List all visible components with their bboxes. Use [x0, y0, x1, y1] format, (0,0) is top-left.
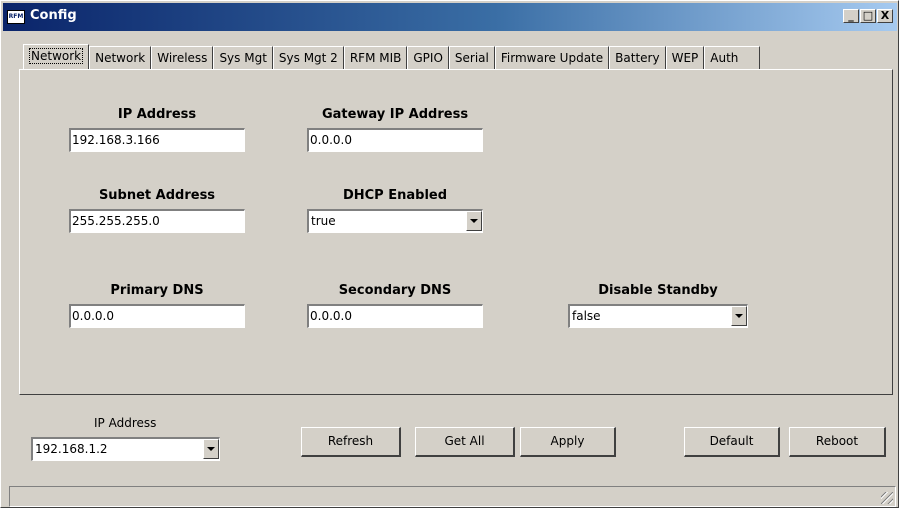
tab-firmware-update[interactable]: Firmware Update — [494, 46, 610, 69]
bottom-ip-label: IP Address — [94, 416, 157, 430]
tab-rfm-mib[interactable]: RFM MIB — [343, 46, 408, 69]
subnet-label: Subnet Address — [98, 188, 216, 203]
tab-network[interactable]: Network — [89, 46, 152, 69]
secondary-dns-input[interactable]: 0.0.0.0 — [307, 304, 483, 328]
tab-auth[interactable]: Auth — [704, 46, 761, 69]
tab-serial[interactable]: Serial — [448, 46, 495, 69]
title-bar[interactable]: RFM Config _ □ X — [3, 3, 897, 31]
tab-wep[interactable]: WEP — [665, 46, 705, 69]
tab-strip: Network Network Wireless Sys Mgt Sys Mgt… — [23, 44, 761, 70]
secondary-dns-label: Secondary DNS — [338, 283, 452, 298]
primary-dns-input[interactable]: 0.0.0.0 — [69, 304, 245, 328]
bottom-ip-select[interactable]: 192.168.1.2 — [31, 437, 220, 461]
chevron-down-icon[interactable] — [466, 211, 482, 231]
get-all-button[interactable]: Get All — [415, 427, 515, 457]
default-button[interactable]: Default — [684, 427, 780, 457]
tab-network-active[interactable]: Network — [23, 44, 90, 69]
dhcp-select[interactable]: true — [307, 209, 483, 233]
dhcp-label: DHCP Enabled — [342, 188, 448, 203]
disable-standby-label: Disable Standby — [598, 283, 718, 298]
chevron-down-icon[interactable] — [203, 439, 219, 459]
tab-battery[interactable]: Battery — [609, 46, 666, 69]
status-bar — [9, 486, 896, 507]
app-icon: RFM — [7, 10, 25, 24]
dhcp-value: true — [311, 214, 336, 228]
primary-dns-label: Primary DNS — [110, 283, 204, 298]
tab-wireless[interactable]: Wireless — [151, 46, 214, 69]
tab-sys-mgt[interactable]: Sys Mgt — [213, 46, 273, 69]
disable-standby-value: false — [572, 309, 601, 323]
bottom-ip-value: 192.168.1.2 — [35, 442, 108, 456]
window-title: Config — [30, 8, 77, 23]
reboot-button[interactable]: Reboot — [789, 427, 886, 457]
chevron-down-icon[interactable] — [731, 306, 747, 326]
disable-standby-select[interactable]: false — [568, 304, 748, 328]
apply-button[interactable]: Apply — [520, 427, 616, 457]
refresh-button[interactable]: Refresh — [301, 427, 401, 457]
ip-address-input[interactable]: 192.168.3.166 — [69, 128, 245, 152]
close-button[interactable]: X — [877, 9, 893, 23]
gateway-ip-input[interactable]: 0.0.0.0 — [307, 128, 483, 152]
gateway-ip-label: Gateway IP Address — [321, 107, 469, 122]
subnet-input[interactable]: 255.255.255.0 — [69, 209, 245, 233]
minimize-button[interactable]: _ — [843, 9, 859, 23]
tab-sys-mgt-2[interactable]: Sys Mgt 2 — [272, 46, 344, 69]
ip-address-label: IP Address — [117, 107, 197, 122]
tab-gpio[interactable]: GPIO — [407, 46, 449, 69]
resize-grip-icon[interactable] — [881, 492, 893, 504]
tab-label: Network — [29, 48, 84, 64]
maximize-button[interactable]: □ — [860, 9, 876, 23]
